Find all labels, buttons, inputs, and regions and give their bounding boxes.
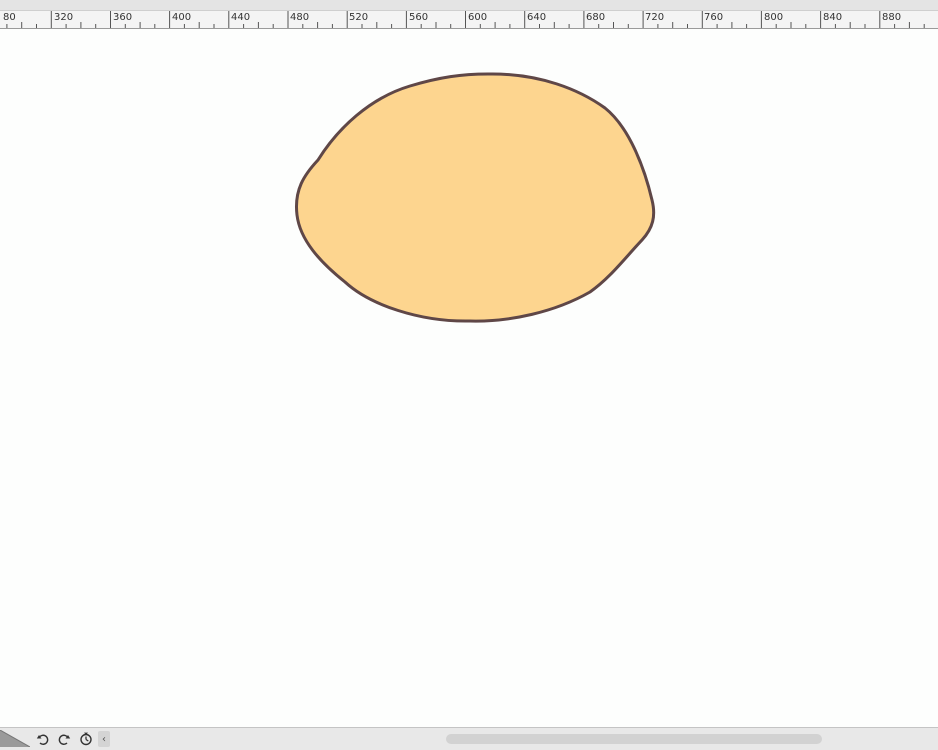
ruler-label: 440 <box>231 12 251 23</box>
ruler-label: 880 <box>882 12 902 23</box>
horizontal-scrollbar[interactable] <box>112 734 938 744</box>
ruler-label: 520 <box>349 12 369 23</box>
layer-tab-icon[interactable] <box>0 730 30 747</box>
canvas-artwork <box>294 72 656 323</box>
scrollbar-thumb[interactable] <box>446 734 822 744</box>
ruler-label: 80 <box>3 12 16 23</box>
ruler-label: 560 <box>409 12 429 23</box>
ruler-label: 720 <box>645 12 665 23</box>
ruler-label: 800 <box>764 12 784 23</box>
ruler-label: 360 <box>113 12 133 23</box>
ruler-label: 680 <box>586 12 606 23</box>
undo-icon[interactable] <box>35 731 51 747</box>
horizontal-ruler[interactable]: 80 320 360 400 440 480 520 560 600 640 6… <box>0 11 938 29</box>
bottom-status-bar: ‹ <box>0 727 938 750</box>
history-icon[interactable] <box>78 731 94 747</box>
ruler-label: 600 <box>468 12 488 23</box>
chevron-left-icon[interactable]: ‹ <box>98 731 110 747</box>
ruler-label: 760 <box>704 12 724 23</box>
drawing-canvas[interactable] <box>0 29 938 727</box>
ruler-label: 480 <box>290 12 310 23</box>
ruler-label: 840 <box>823 12 843 23</box>
ruler-label: 640 <box>527 12 547 23</box>
filled-blob-shape[interactable] <box>294 72 656 323</box>
redo-icon[interactable] <box>56 731 72 747</box>
ruler-label: 400 <box>172 12 192 23</box>
top-toolbar-edge <box>0 0 938 11</box>
drawing-app-window: 80 320 360 400 440 480 520 560 600 640 6… <box>0 0 938 750</box>
ruler-label: 320 <box>54 12 74 23</box>
